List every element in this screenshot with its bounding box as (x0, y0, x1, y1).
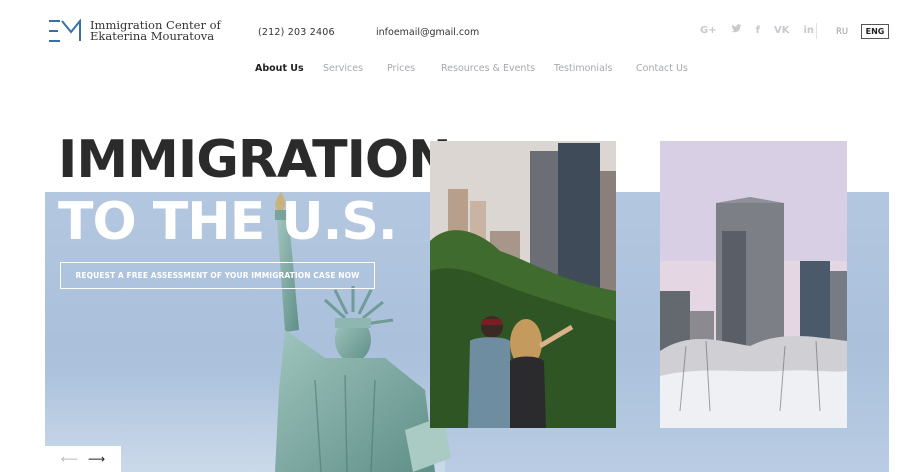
google-plus-icon[interactable]: G+ (700, 25, 717, 36)
slider-controls: ⟵ ⟶ (45, 446, 121, 472)
nav-item-testimonials[interactable]: Testimonials (554, 63, 612, 74)
brand-name-line2: Ekaterina Mouratova (90, 29, 215, 43)
linkedin-icon[interactable]: in (803, 25, 814, 36)
facebook-icon[interactable]: f (756, 25, 760, 36)
winter-skyline-photo (660, 141, 847, 428)
vk-icon[interactable]: VK (774, 25, 790, 36)
nav-item-about-us[interactable]: About Us (252, 62, 307, 75)
hero-title-line1: IMMIGRATION (58, 130, 452, 190)
couple-central-park-photo (430, 141, 616, 428)
brand-logo[interactable]: Immigration Center of Ekaterina Mouratov… (48, 19, 221, 43)
main-nav: About Us Services Prices Resources & Eve… (0, 62, 899, 77)
phone-link[interactable]: (212) 203 2406 (258, 27, 335, 38)
hero-title-line2: TO THE U.S. (58, 192, 398, 252)
social-links: G+ f VK in (700, 24, 814, 36)
nav-item-contact-us[interactable]: Contact Us (636, 63, 688, 74)
twitter-icon[interactable] (731, 24, 742, 36)
nav-item-services[interactable]: Services (323, 63, 363, 74)
lang-eng-button[interactable]: ENG (861, 24, 889, 39)
arrow-left-icon[interactable]: ⟵ (61, 452, 78, 466)
header-divider (816, 23, 817, 39)
brand-name: Immigration Center of Ekaterina Mouratov… (90, 19, 221, 43)
email-link[interactable]: infoemail@gmail.com (376, 27, 479, 38)
logo-mark-icon (48, 19, 82, 43)
lang-ru-button[interactable]: RU (836, 27, 848, 37)
nav-item-resources-events[interactable]: Resources & Events (441, 63, 535, 74)
free-assessment-button[interactable]: REQUEST A FREE ASSESSMENT OF YOUR IMMIGR… (60, 262, 375, 289)
arrow-right-icon[interactable]: ⟶ (88, 452, 105, 466)
nav-item-prices[interactable]: Prices (387, 63, 415, 74)
